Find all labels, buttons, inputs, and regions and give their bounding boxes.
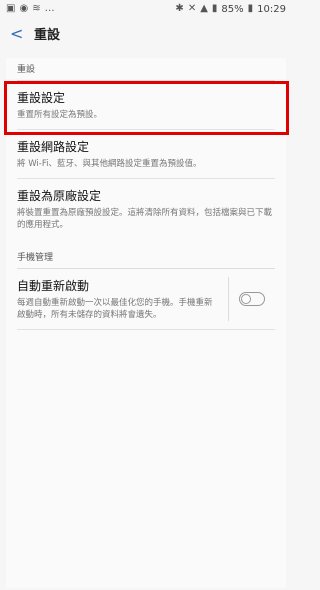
settings-list: 重設 重設設定 重置所有設定為預設。 重設網路設定 將 Wi-Fi、藍牙、與其他…	[6, 58, 286, 588]
signal-bars-icon: ▮	[211, 3, 218, 14]
item-title: 自動重新啟動	[17, 279, 90, 293]
signal-icon: ▲	[200, 3, 208, 14]
item-subtitle: 每週自動重新啟動一次以最佳化您的手機。手機重新啟動時，所有未儲存的資料將會遺失。	[17, 298, 213, 320]
more-icon: …	[44, 3, 55, 14]
battery-icon: ▮	[247, 3, 254, 14]
battery-percent: 85%	[221, 3, 244, 15]
item-subtitle: 將裝置重置為原廠預設設定。這將清除所有資料，包括檔案與已下載的應用程式。	[17, 208, 273, 230]
item-title: 重設為原廠設定	[17, 189, 102, 203]
reset-settings-item[interactable]: 重設設定 重置所有設定為預設。	[6, 81, 286, 130]
section-header-device-management: 手機管理	[6, 246, 286, 269]
item-subtitle: 重置所有設定為預設。	[17, 110, 103, 120]
page-title: 重設	[34, 27, 61, 43]
item-title: 重設網路設定	[17, 140, 90, 154]
auto-restart-text: 自動重新啟動 每週自動重新啟動一次以最佳化您的手機。手機重新啟動時，所有未儲存的…	[17, 277, 229, 321]
clock: 10:29	[257, 3, 286, 15]
item-subtitle: 將 Wi-Fi、藍牙、與其他網路設定重置為預設值。	[17, 159, 202, 169]
status-right: ✱ ✕ ▲ ▮ 85% ▮ 10:29	[175, 4, 286, 15]
app-bar: < 重設	[0, 18, 292, 48]
item-title: 重設設定	[17, 91, 66, 105]
section-header-reset: 重設	[6, 58, 286, 81]
status-left: ▣ ◉ ≋ …	[6, 4, 55, 14]
accessibility-icon: ◉	[19, 3, 29, 14]
toggle-knob	[241, 293, 251, 304]
auto-restart-toggle[interactable]	[239, 292, 265, 306]
image-icon: ▣	[6, 3, 16, 14]
wifi-icon: ≋	[32, 3, 41, 14]
reset-network-settings-item[interactable]: 重設網路設定 將 Wi-Fi、藍牙、與其他網路設定重置為預設值。	[6, 130, 286, 179]
auto-restart-item[interactable]: 自動重新啟動 每週自動重新啟動一次以最佳化您的手機。手機重新啟動時，所有未儲存的…	[6, 269, 286, 330]
status-bar: ▣ ◉ ≋ … ✱ ✕ ▲ ▮ 85% ▮ 10:29	[0, 0, 292, 18]
back-arrow-icon[interactable]: <	[10, 24, 32, 43]
toggle-wrap	[229, 292, 275, 306]
mute-icon: ✕	[187, 3, 197, 14]
factory-reset-item[interactable]: 重設為原廠設定 將裝置重置為原廠預設設定。這將清除所有資料，包括檔案與已下載的應…	[6, 179, 286, 240]
bluetooth-icon: ✱	[175, 3, 184, 14]
